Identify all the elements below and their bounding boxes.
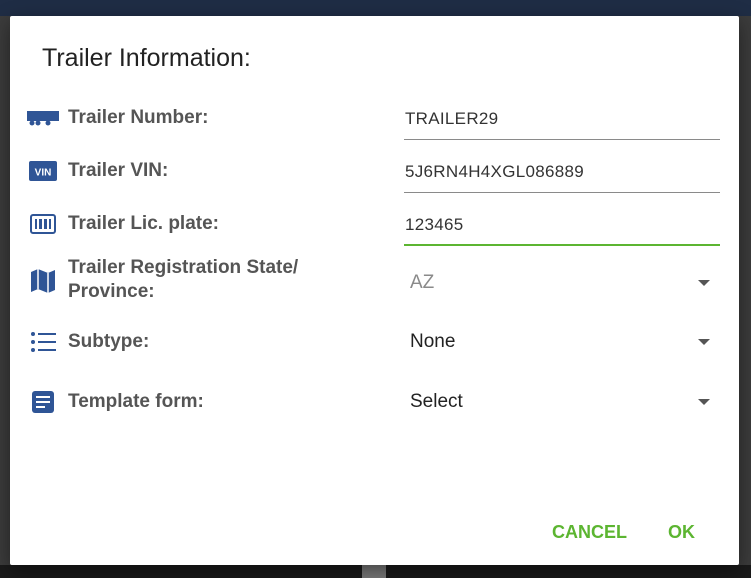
trailer-vin-label: Trailer VIN:	[68, 160, 169, 181]
subtype-value: None	[410, 331, 456, 352]
form-icon	[26, 387, 60, 417]
trailer-information-dialog: Trailer Information: Trailer Number: VIN	[10, 16, 739, 565]
cancel-button[interactable]: CANCEL	[546, 518, 633, 547]
trailer-plate-underline	[404, 244, 720, 246]
list-icon	[26, 327, 60, 357]
dropdown-arrow-icon	[698, 280, 710, 286]
dialog-actions: CANCEL OK	[10, 514, 739, 550]
subtype-select[interactable]: None	[410, 324, 710, 360]
ok-button[interactable]: OK	[662, 518, 701, 547]
trailer-number-label: Trailer Number:	[68, 107, 209, 128]
map-icon	[26, 266, 60, 296]
registration-state-row: Trailer Registration State/ Province: AZ	[10, 256, 739, 306]
dropdown-arrow-icon	[698, 339, 710, 345]
svg-text:VIN: VIN	[35, 168, 52, 179]
trailer-plate-field[interactable]	[404, 206, 720, 246]
subtype-label: Subtype:	[68, 331, 150, 352]
app-top-bar	[0, 0, 751, 16]
dropdown-arrow-icon	[698, 399, 710, 405]
trailer-number-field[interactable]	[404, 100, 720, 140]
template-form-value: Select	[410, 391, 463, 412]
trailer-vin-row: VIN Trailer VIN:	[10, 153, 739, 193]
trailer-number-row: Trailer Number:	[10, 100, 739, 140]
vin-icon: VIN	[26, 156, 60, 186]
template-form-label: Template form:	[68, 391, 204, 412]
app-bottom-bar	[0, 565, 751, 578]
trailer-icon	[26, 103, 60, 133]
dialog-title: Trailer Information:	[42, 44, 251, 72]
subtype-row: Subtype: None	[10, 324, 739, 360]
trailer-plate-input[interactable]	[404, 206, 720, 244]
registration-state-select[interactable]: AZ	[410, 265, 710, 301]
license-plate-icon	[26, 209, 60, 239]
bottom-handle	[362, 565, 386, 578]
trailer-number-underline	[404, 139, 720, 140]
trailer-plate-row: Trailer Lic. plate:	[10, 206, 739, 246]
trailer-vin-input[interactable]	[404, 153, 720, 191]
registration-state-label-line1: Trailer Registration State/	[68, 257, 299, 278]
trailer-vin-field[interactable]	[404, 153, 720, 193]
trailer-number-input[interactable]	[404, 100, 720, 138]
registration-state-value: AZ	[410, 272, 435, 293]
template-form-row: Template form: Select	[10, 384, 739, 420]
template-form-select[interactable]: Select	[410, 384, 710, 420]
registration-state-label-line2: Province:	[68, 281, 155, 302]
trailer-plate-label: Trailer Lic. plate:	[68, 213, 219, 234]
trailer-vin-underline	[404, 192, 720, 193]
